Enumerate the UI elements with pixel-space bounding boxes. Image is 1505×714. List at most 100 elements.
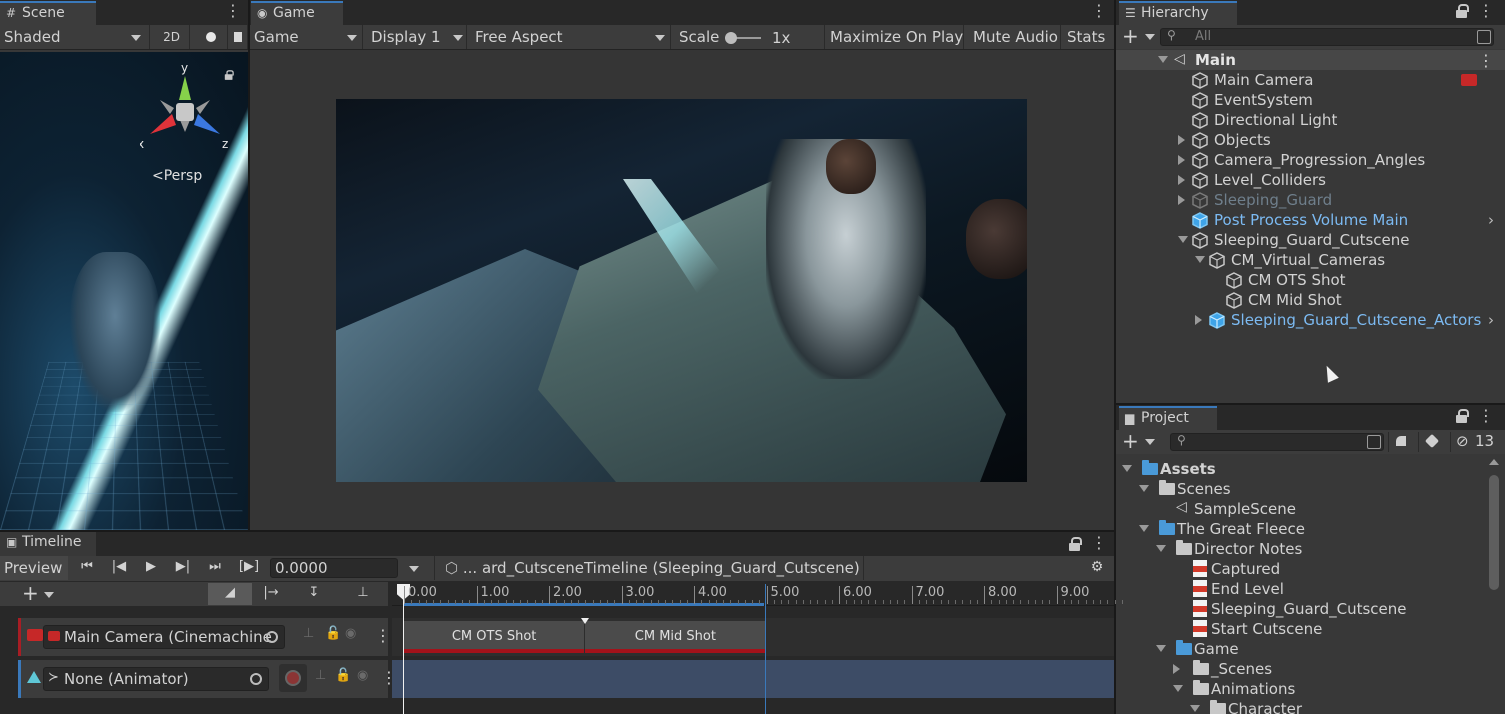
search-mode-icon[interactable] xyxy=(1477,30,1491,44)
maximize-on-play-toggle[interactable]: Maximize On Play xyxy=(826,25,964,49)
game-viewport[interactable] xyxy=(250,52,1114,530)
animator-binding-field[interactable]: ≻ None (Animator) xyxy=(43,667,269,691)
expand-arrow-icon[interactable] xyxy=(1190,705,1200,712)
hierarchy-item[interactable]: CM_Virtual_Cameras xyxy=(1116,250,1505,270)
collapse-arrow-icon[interactable] xyxy=(1178,135,1185,145)
record-button[interactable] xyxy=(279,664,307,692)
collapse-arrow-icon[interactable] xyxy=(1173,664,1180,674)
preview-toggle[interactable]: Preview xyxy=(0,556,68,580)
collapse-arrow-icon[interactable] xyxy=(1178,195,1185,205)
project-search-field[interactable]: ⚲ xyxy=(1170,433,1384,451)
timeline-menu-icon[interactable]: ⋮ xyxy=(1091,535,1103,553)
project-item[interactable]: End Level xyxy=(1116,579,1505,599)
tab-hierarchy[interactable]: ☰ Hierarchy xyxy=(1119,1,1237,25)
expand-arrow-icon[interactable] xyxy=(1139,485,1149,492)
time-format-dropdown[interactable] xyxy=(404,558,424,578)
hierarchy-item[interactable]: Sleeping_Guard xyxy=(1116,190,1505,210)
track-lock-pin-icon[interactable]: ⊥ xyxy=(315,668,326,683)
hierarchy-item[interactable]: EventSystem xyxy=(1116,90,1505,110)
track-lock-icon[interactable]: 🔓 xyxy=(335,668,351,683)
project-item[interactable]: Assets xyxy=(1116,459,1505,479)
scale-slider[interactable] xyxy=(727,37,761,39)
tab-project[interactable]: ▆ Project xyxy=(1119,406,1217,430)
hierarchy-item[interactable]: Main Camera xyxy=(1116,70,1505,90)
collapse-arrow-icon[interactable] xyxy=(1195,315,1202,325)
view-mode-dropdown[interactable]: Game xyxy=(250,25,363,49)
projection-toggle[interactable]: <Persp xyxy=(152,168,202,184)
search-mode-icon[interactable] xyxy=(1367,435,1381,449)
expand-arrow-icon[interactable] xyxy=(1195,256,1205,263)
goto-end-button[interactable]: ⏭ xyxy=(200,556,230,580)
audio-toggle-button[interactable] xyxy=(230,25,248,49)
project-item[interactable]: Sleeping_Guard_Cutscene xyxy=(1116,599,1505,619)
scene-viewport[interactable]: y x z <Persp xyxy=(0,52,248,530)
toggle-2d-button[interactable]: 2D xyxy=(154,25,190,49)
display-dropdown[interactable]: Display 1 xyxy=(367,25,467,49)
hierarchy-item[interactable]: Sleeping_Guard_Cutscene xyxy=(1116,230,1505,250)
lock-icon[interactable] xyxy=(1456,4,1468,18)
lock-icon[interactable] xyxy=(1069,537,1081,551)
hierarchy-item[interactable]: Objects xyxy=(1116,130,1505,150)
project-scrollbar[interactable] xyxy=(1489,475,1499,590)
scene-menu-icon[interactable]: ⋮ xyxy=(225,3,237,21)
snap-button[interactable]: ⊥ xyxy=(348,583,378,605)
expand-arrow-icon[interactable] xyxy=(1156,645,1166,652)
track-lock-pin-icon[interactable]: ⊥ xyxy=(303,626,314,641)
project-item[interactable]: _Scenes xyxy=(1116,659,1505,679)
expand-arrow-icon[interactable] xyxy=(1158,56,1168,63)
hierarchy-item[interactable]: Post Process Volume Main › xyxy=(1116,210,1505,230)
prev-frame-button[interactable]: |◀ xyxy=(104,556,134,580)
project-item[interactable]: The Great Fleece xyxy=(1116,519,1505,539)
expand-arrow-icon[interactable] xyxy=(1156,545,1166,552)
open-prefab-chevron-icon[interactable]: › xyxy=(1488,211,1494,229)
add-track-dropdown[interactable]: + xyxy=(22,583,62,605)
scale-slider-handle[interactable] xyxy=(725,32,737,44)
track-visibility-icon[interactable]: ◉ xyxy=(357,668,368,683)
scene-gizmo[interactable]: y x z xyxy=(140,62,230,152)
hierarchy-item[interactable]: Level_Colliders xyxy=(1116,170,1505,190)
clip-edit-ripple-button[interactable]: |→ xyxy=(254,583,288,605)
collapse-arrow-icon[interactable] xyxy=(1178,175,1185,185)
camera-binding-field[interactable]: Main Camera (Cinemachine xyxy=(43,625,285,649)
expand-arrow-icon[interactable] xyxy=(1122,465,1132,472)
goto-start-button[interactable]: ⏮ xyxy=(72,556,102,580)
play-button[interactable]: ▶ xyxy=(136,556,166,580)
shading-mode-dropdown[interactable]: Shaded xyxy=(0,25,150,49)
track-lane-animation[interactable] xyxy=(392,660,1114,698)
project-item[interactable]: Character xyxy=(1116,699,1505,714)
timeline-clip[interactable]: CM OTS Shot xyxy=(404,621,585,653)
scroll-up-icon[interactable] xyxy=(1489,459,1499,465)
hierarchy-item[interactable]: CM Mid Shot xyxy=(1116,290,1505,310)
hierarchy-item[interactable]: Sleeping_Guard_Cutscene_Actors › xyxy=(1116,310,1505,330)
project-item[interactable]: Start Cutscene xyxy=(1116,619,1505,639)
object-picker-icon[interactable] xyxy=(266,631,278,643)
project-item[interactable]: Director Notes xyxy=(1116,539,1505,559)
create-dropdown[interactable]: + xyxy=(1122,26,1156,46)
object-picker-icon[interactable] xyxy=(250,673,262,685)
clip-edit-replace-button[interactable]: ↧ xyxy=(292,583,336,605)
lighting-toggle-button[interactable] xyxy=(194,25,228,49)
hierarchy-item[interactable]: Camera_Progression_Angles xyxy=(1116,150,1505,170)
collapse-arrow-icon[interactable] xyxy=(1178,155,1185,165)
time-field[interactable]: 0.0000 xyxy=(270,558,398,578)
timeline-clip[interactable]: CM Mid Shot xyxy=(585,621,766,653)
project-item[interactable]: ◁ SampleScene xyxy=(1116,499,1505,519)
track-header-cinemachine[interactable]: Main Camera (Cinemachine ⊥ 🔓 ◉ ⋮ xyxy=(18,618,388,656)
clip-edit-mix-button[interactable]: ◢ xyxy=(208,583,252,605)
track-menu-icon[interactable]: ⋮ xyxy=(375,626,391,645)
next-frame-button[interactable]: ▶| xyxy=(168,556,198,580)
project-item[interactable]: Captured xyxy=(1116,559,1505,579)
project-item[interactable]: Game xyxy=(1116,639,1505,659)
timeline-asset-breadcrumb[interactable]: ⬡ ... ard_CutsceneTimeline (Sleeping_Gua… xyxy=(434,556,864,580)
tab-scene[interactable]: # Scene xyxy=(0,1,96,25)
hierarchy-item[interactable]: CM OTS Shot xyxy=(1116,270,1505,290)
lock-icon[interactable] xyxy=(1456,409,1468,423)
scene-root-menu-icon[interactable]: ⋮ xyxy=(1478,51,1494,70)
track-lock-icon[interactable]: 🔓 xyxy=(325,626,341,641)
tab-game[interactable]: ◉ Game xyxy=(251,1,343,25)
gizmo-lock-icon[interactable] xyxy=(225,70,233,80)
project-item[interactable]: Scenes xyxy=(1116,479,1505,499)
tab-timeline[interactable]: ▣ Timeline xyxy=(0,532,96,556)
game-menu-icon[interactable]: ⋮ xyxy=(1091,3,1103,21)
project-menu-icon[interactable]: ⋮ xyxy=(1478,408,1490,426)
